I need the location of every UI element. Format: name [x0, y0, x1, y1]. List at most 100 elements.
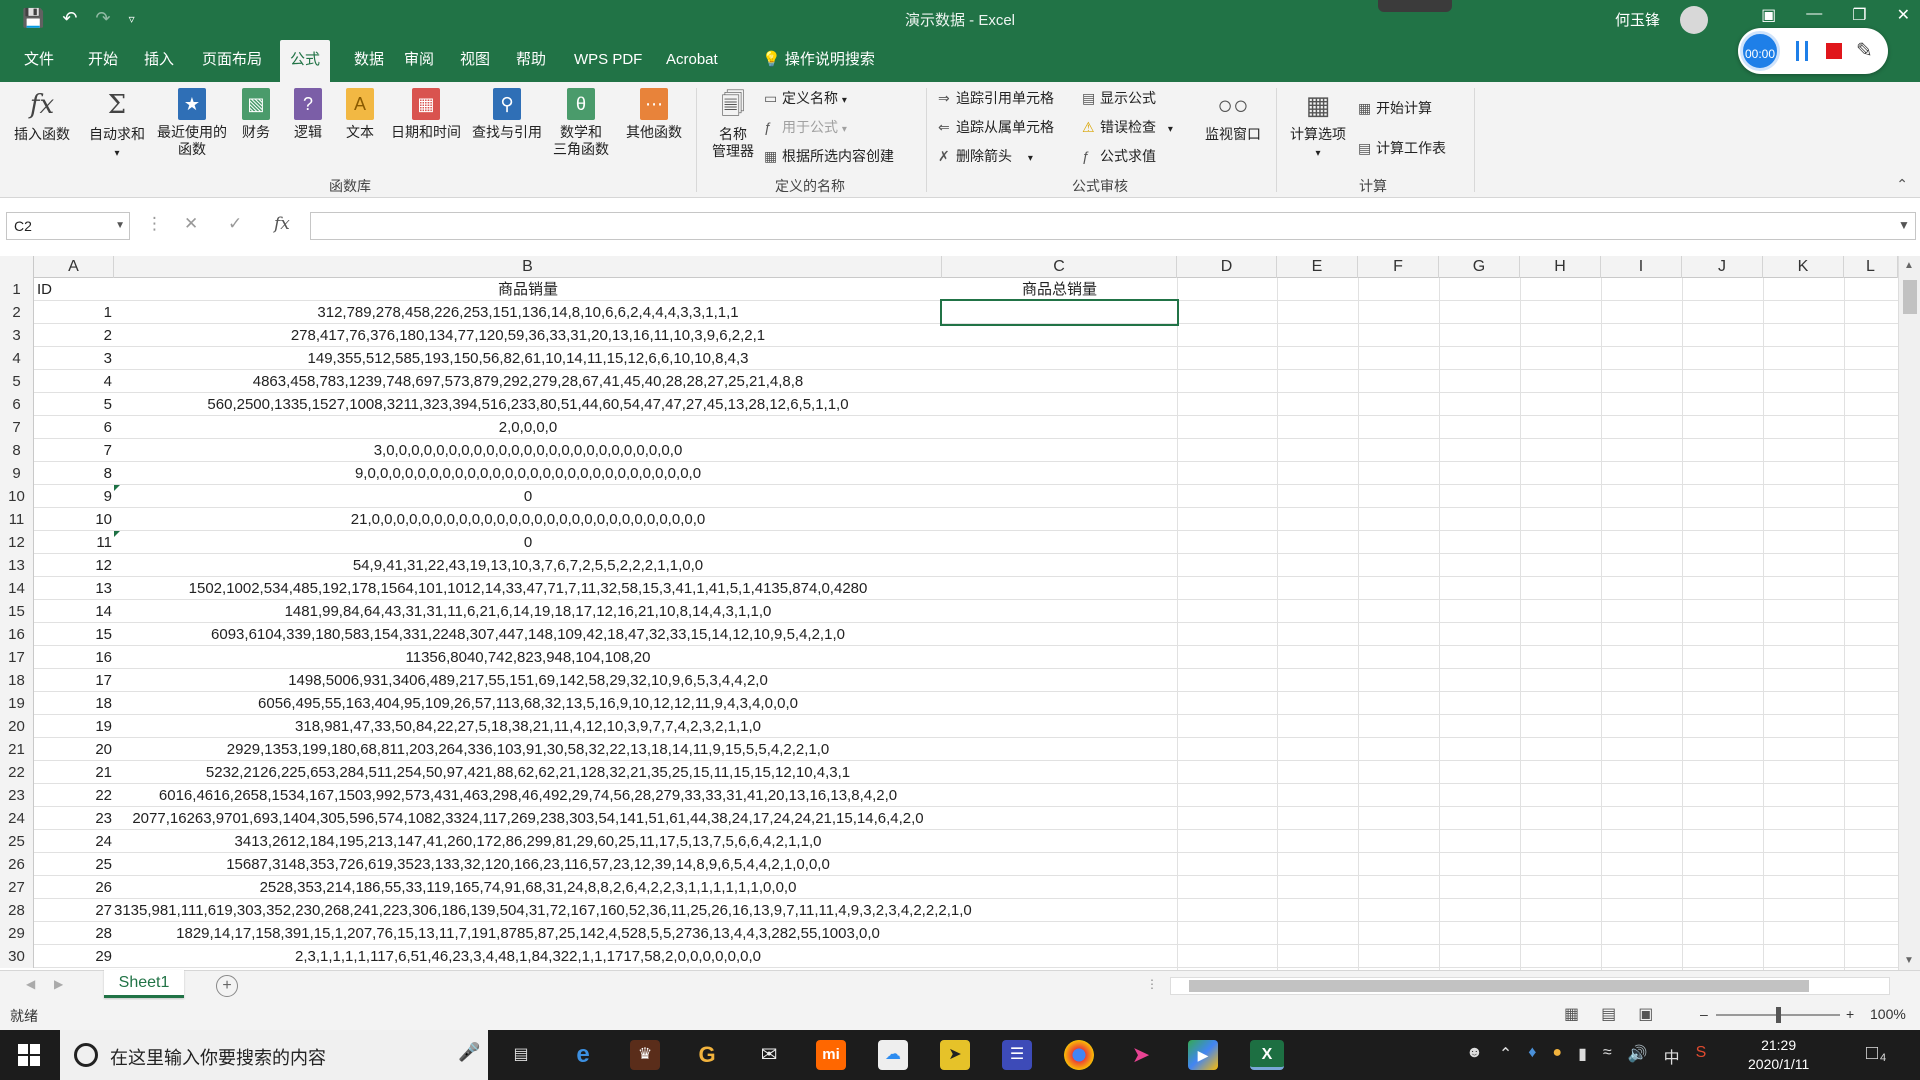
ime-icon[interactable]: 中 [1664, 1044, 1680, 1068]
cell-b[interactable]: 2077,16263,9701,693,1404,305,596,574,108… [114, 807, 942, 830]
cell-a[interactable]: 20 [34, 738, 114, 761]
financial-button[interactable]: ▧ 财务 [236, 88, 276, 141]
row-header[interactable]: 25 [0, 830, 34, 853]
row-header[interactable]: 18 [0, 669, 34, 692]
column-header-d[interactable]: D [1177, 256, 1277, 278]
restore-icon[interactable]: ❐ [1852, 5, 1866, 25]
row-header[interactable]: 23 [0, 784, 34, 807]
cell-b[interactable]: 1829,14,17,158,391,15,1,207,76,15,13,11,… [114, 922, 942, 945]
cell-b[interactable]: 商品销量 [114, 278, 942, 301]
cell-b[interactable]: 1498,5006,931,3406,489,217,55,151,69,142… [114, 669, 942, 692]
zoom-slider[interactable] [1716, 1007, 1840, 1023]
watch-window-button[interactable]: ○○ 监视窗口 [1196, 88, 1270, 143]
cell-c[interactable] [942, 508, 1177, 531]
system-clock[interactable]: 21:29 2020/1/11 [1748, 1036, 1809, 1074]
splitter-icon[interactable]: ⋮ [1146, 977, 1158, 991]
row-header[interactable]: 1 [0, 278, 34, 301]
row-header[interactable]: 17 [0, 646, 34, 669]
mail-icon[interactable]: ✉ [754, 1040, 784, 1070]
cell-b[interactable]: 149,355,512,585,193,150,56,82,61,10,14,1… [114, 347, 942, 370]
cell-c[interactable] [942, 439, 1177, 462]
row-header[interactable]: 24 [0, 807, 34, 830]
cell-a[interactable]: 5 [34, 393, 114, 416]
grammarly-icon[interactable]: G [692, 1040, 722, 1070]
cell-c[interactable] [942, 692, 1177, 715]
cell-c[interactable] [942, 416, 1177, 439]
cell-c[interactable] [942, 853, 1177, 876]
cell-a[interactable]: 13 [34, 577, 114, 600]
row-header[interactable]: 11 [0, 508, 34, 531]
cell-c[interactable] [942, 922, 1177, 945]
column-header-e[interactable]: E [1277, 256, 1358, 278]
eclipse-icon[interactable]: ☰ [1002, 1040, 1032, 1070]
cell-a[interactable]: 15 [34, 623, 114, 646]
mi-icon[interactable]: mi [816, 1040, 846, 1070]
cell-a[interactable]: 6 [34, 416, 114, 439]
use-in-formula-button[interactable]: ƒ 用于公式 ▾ [764, 117, 847, 137]
volume-icon[interactable]: 🔊 [1628, 1044, 1648, 1068]
row-header[interactable]: 7 [0, 416, 34, 439]
math-trig-button[interactable]: θ 数学和 三角函数 [548, 88, 614, 158]
vertical-scroll-thumb[interactable] [1903, 280, 1917, 314]
cell-a[interactable]: 14 [34, 600, 114, 623]
prev-sheet-icon[interactable]: ◀ [26, 977, 35, 991]
cell-c[interactable] [942, 807, 1177, 830]
cell-a[interactable]: 22 [34, 784, 114, 807]
vertical-scrollbar[interactable]: ▲ ▼ [1898, 256, 1920, 970]
game-app-icon[interactable]: ♛ [630, 1040, 660, 1070]
network-app-icon[interactable]: ♦ [1528, 1044, 1536, 1068]
calculate-now-button[interactable]: ▦ 开始计算 [1358, 98, 1432, 118]
row-header[interactable]: 20 [0, 715, 34, 738]
cell-c[interactable] [942, 623, 1177, 646]
cell-b[interactable]: 54,9,41,31,22,43,19,13,10,3,7,6,7,2,5,5,… [114, 554, 942, 577]
select-all-corner[interactable] [0, 256, 34, 278]
scroll-down-icon[interactable]: ▼ [1904, 955, 1914, 966]
recently-used-button[interactable]: ★ 最近使用的 函数 [152, 88, 232, 158]
cell-c[interactable] [942, 876, 1177, 899]
cell-a[interactable]: 18 [34, 692, 114, 715]
horizontal-scrollbar[interactable] [1170, 977, 1890, 995]
cell-a[interactable]: 12 [34, 554, 114, 577]
pen-icon[interactable]: ✎ [1856, 38, 1873, 63]
cell-b[interactable]: 560,2500,1335,1527,1008,3211,323,394,516… [114, 393, 942, 416]
cell-c[interactable] [942, 577, 1177, 600]
autosum-button[interactable]: Σ 自动求和 ▾ [84, 88, 150, 162]
cell-b[interactable]: 0 [114, 531, 942, 554]
more-functions-button[interactable]: ⋯ 其他函数 [620, 88, 688, 141]
cell-b[interactable]: 3413,2612,184,195,213,147,41,260,172,86,… [114, 830, 942, 853]
cell-b[interactable]: 2929,1353,199,180,68,811,203,264,336,103… [114, 738, 942, 761]
row-header[interactable]: 9 [0, 462, 34, 485]
trace-dependents-button[interactable]: ⇐ 追踪从属单元格 [938, 117, 1054, 137]
person-icon[interactable]: ☻ [1466, 1044, 1483, 1068]
row-header[interactable]: 16 [0, 623, 34, 646]
zoom-level[interactable]: 100% [1870, 1006, 1906, 1022]
tab-acrobat[interactable]: Acrobat [656, 40, 728, 82]
error-indicator-icon[interactable] [114, 485, 120, 491]
horizontal-scroll-thumb[interactable] [1189, 980, 1809, 992]
logical-button[interactable]: ? 逻辑 [288, 88, 328, 141]
column-header-i[interactable]: I [1601, 256, 1682, 278]
tab-insert[interactable]: 插入 [134, 40, 184, 82]
cell-a[interactable]: 26 [34, 876, 114, 899]
cell-c[interactable] [942, 485, 1177, 508]
edge-icon[interactable]: e [568, 1040, 598, 1070]
tab-wps-pdf[interactable]: WPS PDF [564, 40, 652, 82]
cell-c[interactable] [942, 761, 1177, 784]
tab-data[interactable]: 数据 [344, 40, 394, 82]
cell-c[interactable]: 商品总销量 [942, 278, 1177, 301]
tab-file[interactable]: 文件 [14, 40, 64, 82]
cell-a[interactable]: 9 [34, 485, 114, 508]
column-header-f[interactable]: F [1358, 256, 1439, 278]
zoom-out-icon[interactable]: – [1700, 1006, 1708, 1022]
remove-arrows-button[interactable]: ✗ 删除箭头 ▾ [938, 146, 1033, 166]
cell-a[interactable]: 1 [34, 301, 114, 324]
row-header[interactable]: 4 [0, 347, 34, 370]
error-checking-button[interactable]: ⚠ 错误检查 ▾ [1082, 117, 1173, 137]
cell-c[interactable] [942, 531, 1177, 554]
row-header[interactable]: 5 [0, 370, 34, 393]
row-header[interactable]: 27 [0, 876, 34, 899]
cell-c[interactable] [942, 600, 1177, 623]
user-name[interactable]: 何玉锋 [1615, 9, 1660, 30]
cell-c[interactable] [942, 347, 1177, 370]
cell-a[interactable]: 21 [34, 761, 114, 784]
